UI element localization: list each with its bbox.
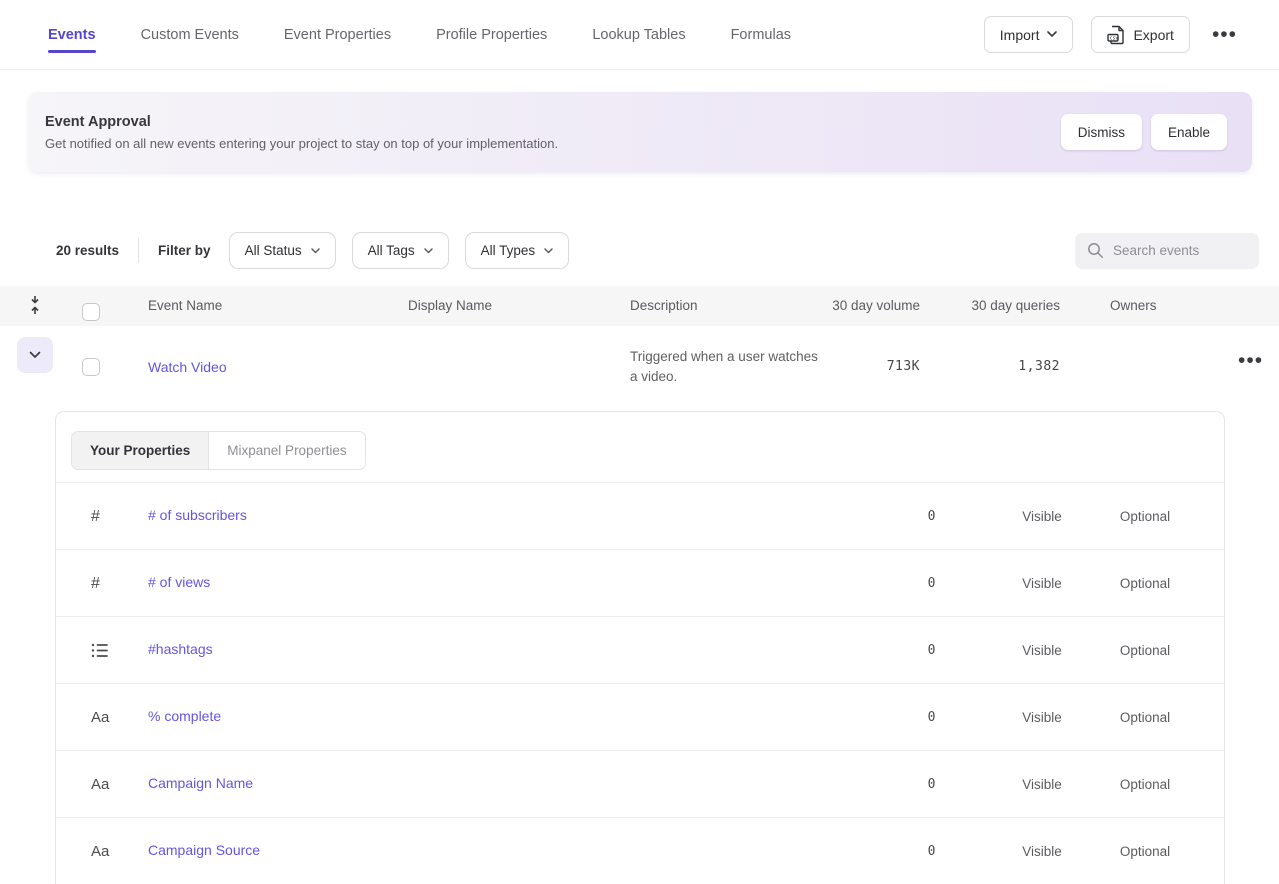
event-volume: 713K (760, 326, 920, 408)
types-filter-label: All Types (481, 243, 536, 258)
text-type-icon: Aa (91, 818, 109, 884)
types-filter-dropdown[interactable]: All Types (465, 232, 570, 269)
event-name-link[interactable]: Watch Video (148, 359, 227, 375)
column-header-queries: 30 day queries (900, 286, 1060, 326)
search-icon (1087, 242, 1104, 259)
property-row: #hashtags 0 Visible Optional (56, 616, 1224, 683)
nav-actions: Import csv Export ••• (984, 16, 1237, 53)
event-approval-banner: Event Approval Get notified on all new e… (28, 92, 1252, 172)
select-all-checkbox[interactable] (82, 303, 100, 321)
column-header-event-name: Event Name (148, 286, 222, 326)
tab-custom-events[interactable]: Custom Events (141, 17, 239, 53)
filter-by-label: Filter by (158, 243, 211, 258)
svg-text:csv: csv (1110, 36, 1119, 41)
property-count: 0 (821, 483, 936, 550)
tab-lookup-tables[interactable]: Lookup Tables (592, 17, 685, 53)
tab-formulas[interactable]: Formulas (731, 17, 791, 53)
property-name-link[interactable]: #hashtags (148, 617, 213, 682)
banner-text: Event Approval Get notified on all new e… (45, 114, 558, 151)
banner-wrapper: Event Approval Get notified on all new e… (0, 70, 1279, 172)
chevron-down-icon (1047, 31, 1057, 38)
property-row: Aa % complete 0 Visible Optional (56, 683, 1224, 750)
banner-title: Event Approval (45, 114, 558, 130)
property-requirement[interactable]: Optional (1085, 751, 1205, 818)
properties-tabbar: Your Properties Mixpanel Properties (56, 412, 1224, 482)
top-navigation: Events Custom Events Event Properties Pr… (0, 0, 1279, 70)
search-box[interactable] (1075, 233, 1259, 269)
column-header-display-name: Display Name (408, 286, 492, 326)
property-visibility[interactable]: Visible (982, 751, 1102, 818)
property-visibility[interactable]: Visible (982, 550, 1102, 617)
row-checkbox[interactable] (82, 358, 100, 376)
collapse-row-button[interactable] (17, 337, 53, 373)
chevron-down-icon (424, 248, 433, 254)
property-row: Aa Campaign Source 0 Visible Optional (56, 817, 1224, 884)
export-button-label: Export (1133, 27, 1173, 43)
status-filter-label: All Status (245, 243, 302, 258)
event-queries: 1,382 (900, 326, 1060, 408)
list-type-icon (91, 642, 109, 659)
more-options-icon[interactable]: ••• (1212, 30, 1237, 40)
event-properties-panel: Your Properties Mixpanel Properties # # … (55, 411, 1225, 884)
collapse-all-icon[interactable] (27, 294, 43, 316)
tab-profile-properties[interactable]: Profile Properties (436, 17, 547, 53)
properties-segmented-control: Your Properties Mixpanel Properties (71, 431, 366, 470)
property-visibility[interactable]: Visible (982, 617, 1102, 684)
property-name-link[interactable]: # of subscribers (148, 483, 247, 548)
property-count: 0 (821, 617, 936, 684)
column-header-owners: Owners (1110, 286, 1157, 326)
event-row-watch-video: Watch Video Triggered when a user watche… (0, 326, 1279, 411)
row-menu-icon[interactable]: ••• (1238, 356, 1263, 366)
property-row: # # of subscribers 0 Visible Optional (56, 482, 1224, 549)
column-header-description: Description (630, 286, 698, 326)
csv-file-icon: csv (1107, 25, 1125, 45)
status-filter-dropdown[interactable]: All Status (229, 232, 336, 269)
property-name-link[interactable]: Campaign Name (148, 751, 253, 816)
import-button-label: Import (1000, 27, 1040, 43)
banner-buttons: Dismiss Enable (1061, 114, 1227, 150)
text-type-icon: Aa (91, 684, 109, 751)
property-requirement[interactable]: Optional (1085, 818, 1205, 884)
text-type-icon: Aa (91, 751, 109, 818)
property-requirement[interactable]: Optional (1085, 483, 1205, 550)
property-visibility[interactable]: Visible (982, 684, 1102, 751)
property-row: # # of views 0 Visible Optional (56, 549, 1224, 616)
property-name-link[interactable]: % complete (148, 684, 221, 749)
property-count: 0 (821, 751, 936, 818)
property-name-link[interactable]: # of views (148, 550, 210, 615)
tab-mixpanel-properties[interactable]: Mixpanel Properties (208, 432, 364, 469)
number-type-icon: # (91, 483, 100, 550)
tab-events[interactable]: Events (48, 17, 96, 53)
property-count: 0 (821, 550, 936, 617)
property-visibility[interactable]: Visible (982, 483, 1102, 550)
property-requirement[interactable]: Optional (1085, 617, 1205, 684)
property-row: Aa Campaign Name 0 Visible Optional (56, 750, 1224, 817)
number-type-icon: # (91, 550, 100, 617)
tab-event-properties[interactable]: Event Properties (284, 17, 391, 53)
property-requirement[interactable]: Optional (1085, 684, 1205, 751)
chevron-down-icon (544, 248, 553, 254)
property-count: 0 (821, 818, 936, 884)
column-header-volume: 30 day volume (760, 286, 920, 326)
chevron-down-icon (311, 248, 320, 254)
tags-filter-label: All Tags (368, 243, 415, 258)
import-button[interactable]: Import (984, 16, 1074, 53)
filter-toolbar: 20 results Filter by All Status All Tags… (56, 232, 1259, 269)
divider (138, 238, 139, 263)
property-visibility[interactable]: Visible (982, 818, 1102, 884)
banner-description: Get notified on all new events entering … (45, 136, 558, 151)
events-table-header: Event Name Display Name Description 30 d… (0, 286, 1279, 326)
property-count: 0 (821, 684, 936, 751)
results-count: 20 results (56, 243, 119, 258)
dismiss-button[interactable]: Dismiss (1061, 114, 1142, 150)
property-name-link[interactable]: Campaign Source (148, 818, 260, 883)
search-input[interactable] (1113, 243, 1243, 258)
chevron-down-icon (29, 351, 41, 359)
tags-filter-dropdown[interactable]: All Tags (352, 232, 449, 269)
nav-tabs: Events Custom Events Event Properties Pr… (48, 17, 791, 53)
tab-your-properties[interactable]: Your Properties (72, 432, 208, 469)
enable-button[interactable]: Enable (1151, 114, 1227, 150)
property-requirement[interactable]: Optional (1085, 550, 1205, 617)
export-button[interactable]: csv Export (1091, 16, 1189, 53)
